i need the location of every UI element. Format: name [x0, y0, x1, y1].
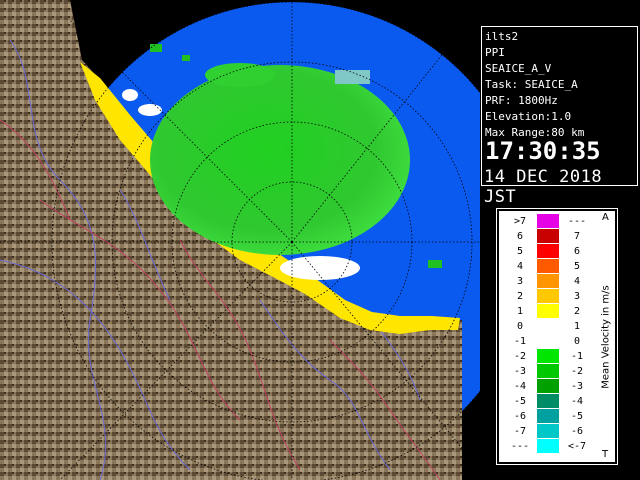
- legend-row-high: 4: [573, 276, 581, 287]
- legend-row: >7 ---: [499, 214, 599, 229]
- legend-row-low: -3: [513, 366, 527, 377]
- legend-row-low: >7: [513, 216, 527, 227]
- legend-row-high: 2: [573, 306, 581, 317]
- legend-row-low: 6: [516, 231, 524, 242]
- legend-row-low: 0: [516, 321, 524, 332]
- legend-row: -1 0: [499, 334, 599, 349]
- legend-color-swatch: [537, 349, 559, 363]
- legend-color-swatch: [537, 214, 559, 228]
- radar-ppi-display: [0, 0, 480, 480]
- legend-row-high: -5: [570, 411, 584, 422]
- scan-time: 17:30:35: [485, 137, 601, 165]
- legend-row: 23: [499, 289, 599, 304]
- legend-row-low: 1: [516, 306, 524, 317]
- legend-row-high: -3: [570, 381, 584, 392]
- legend-row-high: 6: [573, 246, 581, 257]
- legend-color-swatch: [537, 379, 559, 393]
- legend-row-low: ---: [510, 441, 530, 452]
- legend-row-high: 1: [573, 321, 581, 332]
- legend-row-low: 3: [516, 276, 524, 287]
- legend-color-swatch: [537, 304, 559, 318]
- legend-row-low: -6: [513, 411, 527, 422]
- legend-color-swatch: [537, 394, 559, 408]
- legend-row-high: 7: [573, 231, 581, 242]
- legend-row-low: -2: [513, 351, 527, 362]
- legend-row-high: -4: [570, 396, 584, 407]
- legend-row-high: -2: [570, 366, 584, 377]
- legend-row: -4 -3: [499, 379, 599, 394]
- legend-row-high: ---: [567, 216, 587, 227]
- scan-date: 14 DEC 2018 JST: [484, 167, 603, 207]
- legend-row: -7 -6: [499, 424, 599, 439]
- legend-row-high: 3: [573, 291, 581, 302]
- legend-row: -5 -4: [499, 394, 599, 409]
- legend-color-swatch: [537, 409, 559, 423]
- legend-row: -2 -1: [499, 349, 599, 364]
- legend-color-swatch: [537, 439, 559, 453]
- legend-row-low: 4: [516, 261, 524, 272]
- legend-row-high: 5: [573, 261, 581, 272]
- legend-color-swatch: [537, 289, 559, 303]
- legend-row: -3 -2: [499, 364, 599, 379]
- green-velocity-echo: [150, 65, 410, 255]
- task-name: SEAICE_A_V: [485, 62, 552, 75]
- prf-label: PRF: 1800Hz: [485, 94, 558, 107]
- legend-row: 67: [499, 229, 599, 244]
- elevation-label: Elevation:1.0: [485, 110, 572, 123]
- task-label: Task: SEAICE_A: [485, 78, 578, 91]
- velocity-legend: >7 --- 6 7 5 6 4 5 3 4 2 3 1 2 0 1 -1 0 -2 -1 -3 -2 -4 -3 -5 -4 -6…: [496, 208, 618, 465]
- legend-row: 12: [499, 304, 599, 319]
- scan-type: PPI: [485, 46, 505, 59]
- legend-color-swatch: [537, 259, 559, 273]
- legend-row-high: -6: [570, 426, 584, 437]
- legend-row-low: -5: [513, 396, 527, 407]
- legend-row-low: 2: [516, 291, 524, 302]
- legend-row-high: <-7: [567, 441, 587, 452]
- legend-row: --- <-7: [499, 439, 599, 454]
- legend-color-swatch: [537, 274, 559, 288]
- legend-row: 45: [499, 259, 599, 274]
- legend-color-swatch: [537, 229, 559, 243]
- legend-row-low: -1: [513, 336, 527, 347]
- legend-color-swatch: [537, 319, 559, 333]
- legend-row-low: -7: [513, 426, 527, 437]
- site-name: ilts2: [485, 30, 519, 43]
- legend-bottom-marker: T: [602, 449, 609, 460]
- legend-row-high: -1: [570, 351, 584, 362]
- legend-row: -6 -5: [499, 409, 599, 424]
- radar-info-panel: ilts2 PPI SEAICE_A_V Task: SEAICE_A PRF:…: [481, 26, 638, 207]
- legend-row: 01: [499, 319, 599, 334]
- legend-color-swatch: [537, 334, 559, 348]
- legend-row: 34: [499, 274, 599, 289]
- legend-color-swatch: [537, 424, 559, 438]
- legend-color-swatch: [537, 364, 559, 378]
- legend-row-high: 0: [573, 336, 581, 347]
- legend-row-low: 5: [516, 246, 524, 257]
- legend-row-low: -4: [513, 381, 527, 392]
- legend-title: Mean Velocity in m/s: [600, 285, 612, 389]
- legend-color-swatch: [537, 244, 559, 258]
- legend-row: 56: [499, 244, 599, 259]
